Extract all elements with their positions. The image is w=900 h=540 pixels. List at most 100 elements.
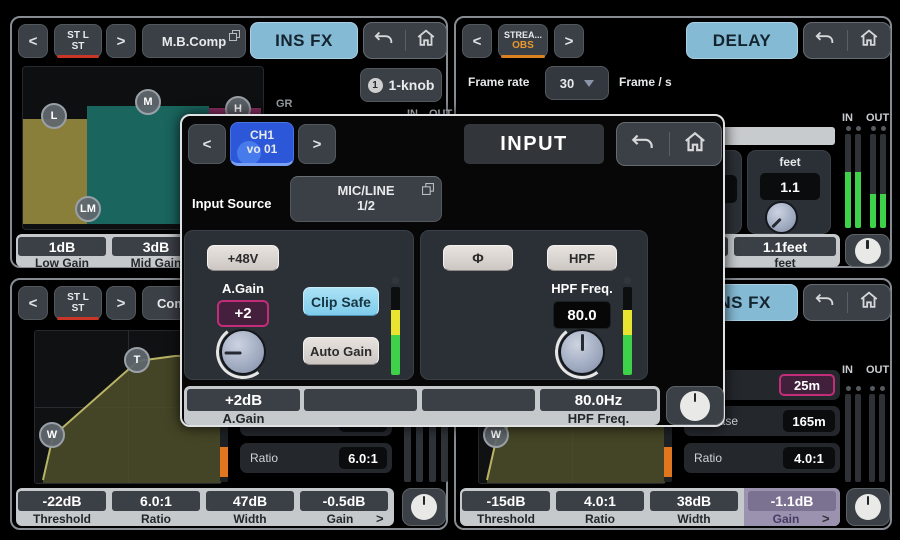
- param-cell-ratio[interactable]: 4.0:1: [556, 491, 644, 511]
- lowmid-crossover-handle[interactable]: LM: [75, 196, 101, 222]
- param-cell-threshold[interactable]: -15dB: [462, 491, 550, 511]
- gr-label: GR: [276, 98, 293, 110]
- home-icon[interactable]: [682, 129, 708, 160]
- frame-rate-dropdown[interactable]: 30: [545, 66, 609, 100]
- param-label: Width: [650, 512, 738, 526]
- hpf-freq-knob[interactable]: [559, 329, 605, 375]
- more-params-chevron[interactable]: >: [376, 511, 384, 526]
- phantom-48v-button[interactable]: +48V: [207, 245, 279, 271]
- home-icon[interactable]: [415, 27, 437, 54]
- more-params-chevron[interactable]: >: [822, 511, 830, 526]
- feet-knob[interactable]: [765, 201, 798, 234]
- param-cell-again[interactable]: +2dB: [187, 389, 300, 411]
- touch-knob-assign[interactable]: [846, 488, 890, 526]
- one-icon: 1: [368, 78, 383, 93]
- out-label: OUT: [866, 364, 889, 376]
- input-source-button[interactable]: MIC/LINE 1/2: [290, 176, 442, 222]
- undo-icon[interactable]: [630, 129, 656, 160]
- home-icon[interactable]: [858, 289, 880, 316]
- prev-channel-button[interactable]: <: [18, 286, 48, 320]
- touch-knob-assign[interactable]: [666, 386, 724, 425]
- again-value[interactable]: +2: [217, 300, 269, 327]
- param-cell-feet[interactable]: 1.1feet: [734, 237, 836, 256]
- one-knob-button[interactable]: 1 1-knob: [360, 68, 442, 102]
- nav-group: [363, 22, 447, 59]
- again-knob[interactable]: [220, 329, 266, 375]
- knob-icon: [855, 494, 881, 520]
- param-cell-gain[interactable]: -0.5dB: [300, 491, 388, 511]
- param-label: Threshold: [462, 512, 550, 526]
- meter-out-l: [870, 134, 876, 228]
- divider: [847, 30, 848, 50]
- nav-group: [803, 22, 891, 59]
- meter-out-r: [879, 394, 885, 482]
- param-cell-width[interactable]: 47dB: [206, 491, 294, 511]
- feet-label: feet: [748, 155, 832, 169]
- touch-knob-assign[interactable]: [402, 488, 446, 526]
- next-channel-button[interactable]: >: [106, 24, 136, 58]
- param-label: Ratio: [556, 512, 644, 526]
- again-label: A.Gain: [207, 281, 279, 296]
- param-label: HPF Freq.: [540, 411, 657, 426]
- width-handle[interactable]: W: [39, 422, 65, 448]
- channel-select-button[interactable]: CH1 vo 01: [230, 122, 294, 166]
- phase-button[interactable]: Φ: [443, 245, 513, 271]
- param-row-ratio[interactable]: Ratio 6.0:1: [240, 443, 392, 473]
- dialog-title: INPUT: [464, 124, 604, 164]
- param-cell-hpf-freq[interactable]: 80.0Hz: [540, 389, 657, 411]
- param-label: Gain: [748, 512, 824, 526]
- prev-channel-button[interactable]: <: [462, 24, 492, 58]
- channel-select-button[interactable]: ST LST: [54, 24, 102, 58]
- param-cell[interactable]: [304, 389, 417, 411]
- touch-knob-assign[interactable]: [845, 234, 890, 267]
- prev-channel-button[interactable]: <: [18, 24, 48, 58]
- param-cell-width[interactable]: 38dB: [650, 491, 738, 511]
- input-meter: [623, 287, 632, 375]
- undo-icon[interactable]: [373, 27, 395, 54]
- param-row-ratio[interactable]: Ratio 4.0:1: [684, 443, 840, 473]
- prev-channel-button[interactable]: <: [188, 124, 226, 164]
- knob-icon: [680, 391, 710, 421]
- param-cell-gain-selected[interactable]: -1.1dB: [748, 491, 836, 511]
- param-label: Low Gain: [18, 256, 106, 270]
- param-cell[interactable]: [422, 389, 535, 411]
- frame-unit-label: Frame / s: [619, 75, 672, 89]
- meter-out-r: [880, 134, 886, 228]
- threshold-handle[interactable]: T: [124, 347, 150, 373]
- undo-icon[interactable]: [814, 289, 836, 316]
- input-source-label: Input Source: [192, 196, 271, 211]
- next-channel-button[interactable]: >: [106, 286, 136, 320]
- meter-in-r: [855, 394, 861, 482]
- undo-icon[interactable]: [814, 27, 836, 54]
- peak-dot: [856, 126, 861, 131]
- knob-icon: [855, 238, 881, 264]
- tab-delay[interactable]: DELAY: [686, 22, 798, 59]
- clip-safe-button[interactable]: Clip Safe: [303, 287, 379, 316]
- preamp-section: +48V A.Gain +2 Clip Safe Auto Gain: [184, 230, 414, 380]
- channel-select-button[interactable]: STREA... OBS: [498, 24, 548, 58]
- channel-color-bar: [57, 55, 99, 58]
- peak-dot: [881, 126, 886, 131]
- low-band-handle[interactable]: L: [41, 103, 67, 129]
- home-icon[interactable]: [858, 27, 880, 54]
- channel-select-button[interactable]: ST LST: [54, 286, 102, 320]
- auto-gain-button[interactable]: Auto Gain: [303, 337, 379, 365]
- peak-dot: [856, 386, 861, 391]
- next-channel-button[interactable]: >: [554, 24, 584, 58]
- frame-rate-label: Frame rate: [468, 75, 529, 89]
- tab-ins-fx[interactable]: INS FX: [250, 22, 358, 59]
- mid-band-handle[interactable]: M: [135, 89, 161, 115]
- param-cell-lowgain[interactable]: 1dB: [18, 237, 106, 256]
- copy-icon: [422, 183, 434, 199]
- hpf-freq-label: HPF Freq.: [543, 281, 621, 296]
- next-channel-button[interactable]: >: [298, 124, 336, 164]
- module-name-button[interactable]: M.B.Comp: [142, 24, 246, 58]
- peak-dot: [624, 277, 631, 284]
- hpf-button[interactable]: HPF: [547, 245, 617, 271]
- meter-in-l: [845, 394, 851, 482]
- input-meter: [391, 287, 400, 375]
- feet-value[interactable]: 1.1: [760, 173, 820, 200]
- param-cell-threshold[interactable]: -22dB: [18, 491, 106, 511]
- param-cell-ratio[interactable]: 6.0:1: [112, 491, 200, 511]
- chevron-down-icon: [584, 80, 594, 87]
